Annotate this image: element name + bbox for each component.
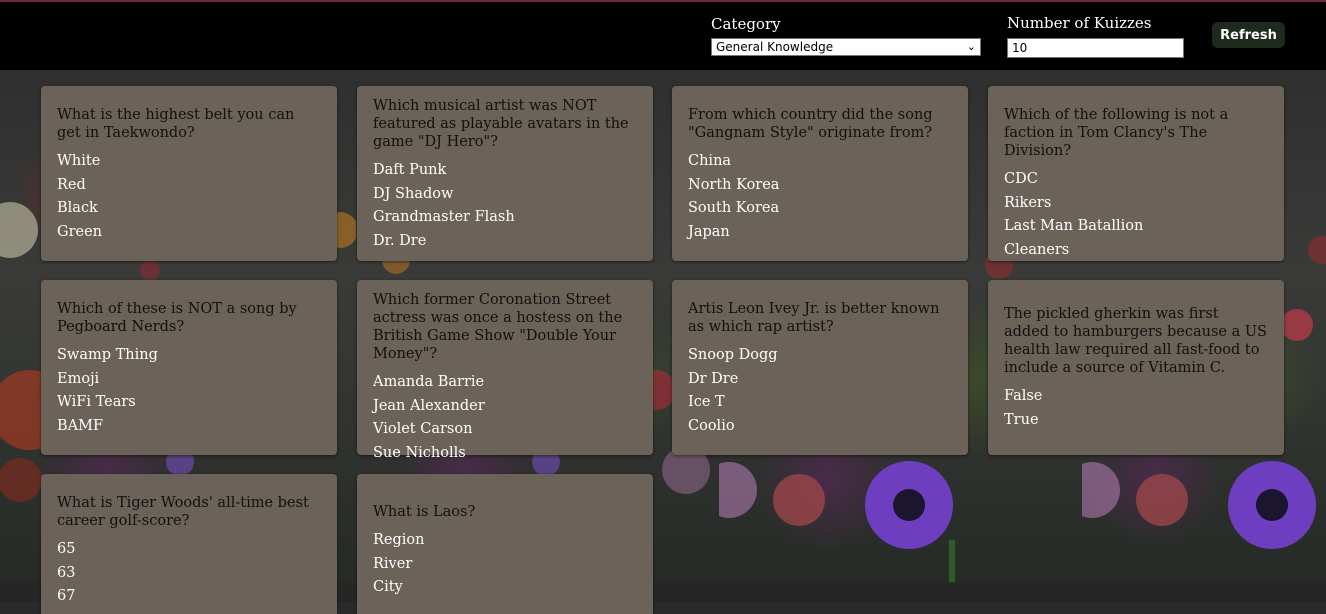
answer-option[interactable]: Cleaners bbox=[1004, 241, 1268, 259]
answer-option[interactable]: Black bbox=[57, 199, 321, 217]
quiz-question: What is the highest belt you can get in … bbox=[57, 107, 295, 141]
quiz-card: Which former Coronation Street actress w… bbox=[357, 280, 653, 461]
answer-list: White Red Black Green bbox=[57, 152, 321, 241]
answer-option[interactable]: China bbox=[688, 152, 952, 170]
chevron-down-icon: ⌄ bbox=[966, 40, 976, 53]
quiz-question: Which former Coronation Street actress w… bbox=[373, 292, 623, 362]
quiz-card: The pickled gherkin was first added to h… bbox=[988, 280, 1284, 455]
count-label: Number of Kuizzes bbox=[1007, 14, 1152, 32]
answer-option[interactable]: City bbox=[373, 578, 637, 596]
quiz-card: Which musical artist was NOT featured as… bbox=[357, 86, 653, 261]
answer-list: False True bbox=[1004, 387, 1268, 429]
answer-list: Daft Punk DJ Shadow Grandmaster Flash Dr… bbox=[373, 161, 637, 250]
quiz-card: Artis Leon Ivey Jr. is better known as w… bbox=[672, 280, 968, 455]
answer-list: 65 63 67 bbox=[57, 540, 321, 605]
answer-option[interactable]: Japan bbox=[688, 223, 952, 241]
answer-option[interactable]: 63 bbox=[57, 564, 321, 582]
answer-list: Amanda Barrie Jean Alexander Violet Cars… bbox=[373, 373, 637, 462]
answer-list: Swamp Thing Emoji WiFi Tears BAMF bbox=[57, 346, 321, 435]
answer-option[interactable]: BAMF bbox=[57, 417, 321, 435]
answer-option[interactable]: False bbox=[1004, 387, 1268, 405]
category-select[interactable]: General Knowledge ⌄ bbox=[711, 38, 981, 56]
answer-option[interactable]: Green bbox=[57, 223, 321, 241]
quiz-card: From which country did the song "Gangnam… bbox=[672, 86, 968, 261]
answer-option[interactable]: Daft Punk bbox=[373, 161, 637, 179]
quiz-card: Which of these is NOT a song by Pegboard… bbox=[41, 280, 337, 455]
answer-option[interactable]: Last Man Batallion bbox=[1004, 217, 1268, 235]
answer-option[interactable]: Violet Carson bbox=[373, 420, 637, 438]
answer-option[interactable]: White bbox=[57, 152, 321, 170]
answer-option[interactable]: River bbox=[373, 555, 637, 573]
answer-option[interactable]: True bbox=[1004, 411, 1268, 429]
answer-option[interactable]: Snoop Dogg bbox=[688, 346, 952, 364]
answer-option[interactable]: Jean Alexander bbox=[373, 397, 637, 415]
answer-option[interactable]: South Korea bbox=[688, 199, 952, 217]
answer-option[interactable]: Dr Dre bbox=[688, 370, 952, 388]
answer-option[interactable]: DJ Shadow bbox=[373, 185, 637, 203]
quiz-question: Which musical artist was NOT featured as… bbox=[373, 98, 629, 150]
answer-option[interactable]: WiFi Tears bbox=[57, 393, 321, 411]
answer-option[interactable]: Coolio bbox=[688, 417, 952, 435]
answer-option[interactable]: 65 bbox=[57, 540, 321, 558]
count-input[interactable]: 10 bbox=[1007, 38, 1184, 58]
answer-list: CDC Rikers Last Man Batallion Cleaners bbox=[1004, 170, 1268, 259]
answer-option[interactable]: Red bbox=[57, 176, 321, 194]
answer-list: China North Korea South Korea Japan bbox=[688, 152, 952, 241]
answer-list: Region River City bbox=[373, 531, 637, 596]
category-label: Category bbox=[711, 15, 781, 33]
answer-option[interactable]: Sue Nicholls bbox=[373, 444, 637, 462]
answer-option[interactable]: Rikers bbox=[1004, 194, 1268, 212]
answer-option[interactable]: Amanda Barrie bbox=[373, 373, 637, 391]
answer-option[interactable]: Emoji bbox=[57, 370, 321, 388]
answer-option[interactable]: Region bbox=[373, 531, 637, 549]
quiz-question: Artis Leon Ivey Jr. is better known as w… bbox=[688, 301, 940, 335]
quiz-question: From which country did the song "Gangnam… bbox=[688, 107, 933, 141]
answer-option[interactable]: Swamp Thing bbox=[57, 346, 321, 364]
answer-option[interactable]: Grandmaster Flash bbox=[373, 208, 637, 226]
answer-option[interactable]: North Korea bbox=[688, 176, 952, 194]
quiz-question: What is Tiger Woods' all-time best caree… bbox=[57, 495, 309, 529]
quiz-question: Which of these is NOT a song by Pegboard… bbox=[57, 301, 297, 335]
quiz-question: What is Laos? bbox=[373, 504, 476, 520]
refresh-button[interactable]: Refresh bbox=[1212, 22, 1285, 48]
quiz-card: What is Tiger Woods' all-time best caree… bbox=[41, 474, 337, 614]
quiz-card: What is the highest belt you can get in … bbox=[41, 86, 337, 261]
quiz-card: What is Laos? Region River City bbox=[357, 474, 653, 614]
answer-option[interactable]: Ice T bbox=[688, 393, 952, 411]
answer-list: Snoop Dogg Dr Dre Ice T Coolio bbox=[688, 346, 952, 435]
category-select-value: General Knowledge bbox=[716, 40, 834, 54]
quiz-card: Which of the following is not a faction … bbox=[988, 86, 1284, 261]
answer-option[interactable]: Dr. Dre bbox=[373, 232, 637, 250]
answer-option[interactable]: CDC bbox=[1004, 170, 1268, 188]
header-bar: Category General Knowledge ⌄ Number of K… bbox=[0, 2, 1326, 70]
answer-option[interactable]: 67 bbox=[57, 587, 321, 605]
quiz-question: The pickled gherkin was first added to h… bbox=[1004, 306, 1267, 376]
quiz-question: Which of the following is not a faction … bbox=[1004, 107, 1229, 159]
